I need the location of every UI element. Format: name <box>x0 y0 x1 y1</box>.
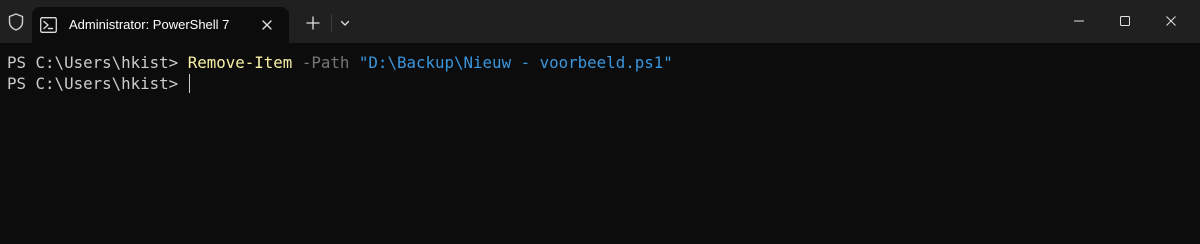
terminal-output[interactable]: PS C:\Users\hkist> Remove-Item -Path "D:… <box>0 43 1200 244</box>
close-icon <box>1166 16 1176 26</box>
powershell-icon <box>40 17 57 33</box>
minimize-icon <box>1074 20 1084 22</box>
tab-title: Administrator: PowerShell 7 <box>69 17 230 32</box>
close-window-button[interactable] <box>1148 0 1194 43</box>
prompt: PS C:\Users\hkist> <box>7 74 188 93</box>
maximize-icon <box>1120 16 1130 26</box>
terminal-window: Administrator: PowerShell 7 PS C:\Users\… <box>0 0 1200 244</box>
maximize-button[interactable] <box>1102 0 1148 43</box>
plus-icon[interactable] <box>302 12 324 34</box>
minimize-button[interactable] <box>1056 0 1102 43</box>
tab-powershell[interactable]: Administrator: PowerShell 7 <box>32 7 289 43</box>
terminal-line: PS C:\Users\hkist> Remove-Item -Path "D:… <box>7 53 673 73</box>
title-bar[interactable]: Administrator: PowerShell 7 <box>0 0 1200 43</box>
terminal-line: PS C:\Users\hkist> <box>7 74 190 94</box>
tab-separator <box>331 14 332 32</box>
text-cursor <box>188 74 190 93</box>
cmdlet: Remove-Item <box>187 53 293 72</box>
prompt: PS C:\Users\hkist> <box>7 53 188 72</box>
shield-icon <box>8 13 24 31</box>
parameter: -Path <box>292 53 359 72</box>
close-icon[interactable] <box>258 16 276 34</box>
string-argument: "D:\Backup\Nieuw - voorbeeld.ps1" <box>358 53 673 72</box>
chevron-down-icon[interactable] <box>336 14 354 32</box>
